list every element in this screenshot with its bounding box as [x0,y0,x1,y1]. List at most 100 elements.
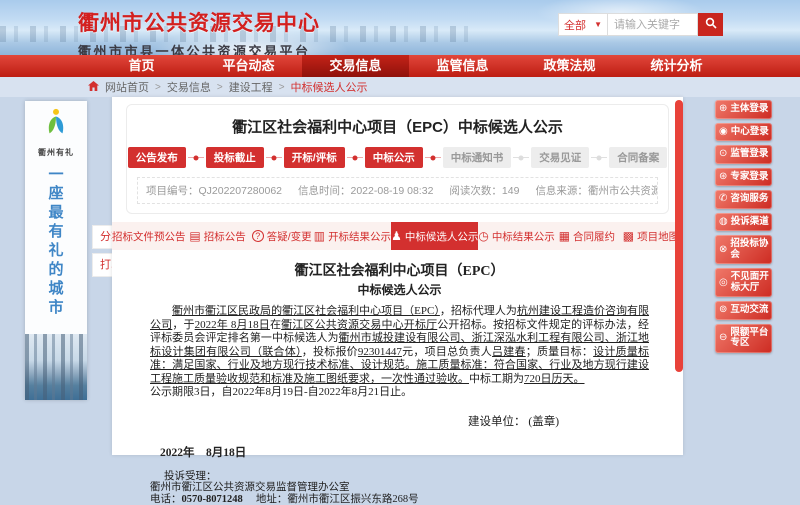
step-connector [188,157,204,158]
project-header-panel: 衢江区社会福利中心项目（EPC）中标候选人公示 公告发布 投标截止 开标/评标 … [126,104,669,214]
tab-label: 招标公告 [204,229,246,244]
search-category-value: 全部 [564,17,586,33]
step-connector [347,157,363,158]
step-connector [513,157,529,158]
breadcrumb-trade-info[interactable]: 交易信息 [167,79,211,95]
sidebar-item-consult-service[interactable]: ✆ 咨询服务 [715,190,772,209]
sidebar-item-interaction[interactable]: ⊚ 互动交流 [715,301,772,320]
sidebar-item-complaint-channel[interactable]: ◍ 投诉渠道 [715,213,772,232]
complaint-contact: 电话：0570-8071248 地址：衢州市衢江区振兴东路268号 [150,494,649,505]
sidebar-label: 监管登录 [730,149,768,160]
step-award-notice: 中标通知书 [443,147,512,168]
breadcrumb-separator: > [217,82,223,93]
right-sidebar: ⊕ 主体登录 ◉ 中心登录 ⊙ 监管登录 ⊛ 专家登录 ✆ 咨询服务 ◍ 投诉渠… [715,100,772,353]
left-promo-banner[interactable]: 衢州有礼 一座最有礼的城市 [25,101,87,400]
sidebar-item-quota-platform[interactable]: ⊖ 限额平台专区 [715,324,772,353]
interaction-icon: ⊚ [719,305,727,315]
breadcrumb-separator: > [155,82,161,93]
article-title: 衢江区社会福利中心项目（EPC） [150,260,649,280]
nav-item-home[interactable]: 首页 [88,55,195,77]
tab-award-results[interactable]: ◷ 中标结果公示 [478,222,554,250]
meta-info-time: 信息时间：2022-08-19 08:32 [298,183,433,198]
sidebar-label: 咨询服务 [730,194,768,205]
promo-slogan: 一座最有礼的城市 [46,166,67,334]
supervise-login-icon: ⊙ [719,149,727,159]
subject-login-icon: ⊕ [719,104,727,114]
nav-item-policies[interactable]: 政策法规 [516,55,623,77]
site-identity: 衢州市公共资源交易中心 衢州市市县一体公共资源交易平台 [78,7,320,60]
sidebar-item-subject-login[interactable]: ⊕ 主体登录 [715,100,772,119]
tab-contract-performance[interactable]: ▦ 合同履约 [555,222,619,250]
nav-item-supervision-info[interactable]: 监管信息 [409,55,516,77]
step-bid-deadline: 投标截止 [206,147,264,168]
remote-bid-hall-icon: ◎ [719,278,728,288]
article-body: 衢州市衢江区民政局的衢江区社会福利中心项目（EPC），招标代理人为杭州建设工程造… [150,305,649,386]
article-subtitle: 中标候选人公示 [150,281,649,298]
process-steps: 公告发布 投标截止 开标/评标 中标公示 中标通知书 交易见证 合同备案 [137,147,658,168]
tab-label: 合同履约 [573,229,615,244]
breadcrumb-construction[interactable]: 建设工程 [229,79,273,95]
breadcrumb-home[interactable]: 网站首页 [105,79,149,95]
center-login-icon: ◉ [719,127,728,137]
complaint-title: 投诉受理： [150,471,649,483]
tab-winner-candidates[interactable]: ♟ 中标候选人公示 [391,222,478,250]
breadcrumb: 网站首页 > 交易信息 > 建设工程 > 中标候选人公示 [0,77,800,97]
tab-project-map[interactable]: ▩ 项目地图 [619,222,683,250]
page-title: 衢江区社会福利中心项目（EPC）中标候选人公示 [137,116,658,137]
sidebar-label: 主体登录 [730,104,768,115]
top-banner: 衢州市公共资源交易中心 衢州市市县一体公共资源交易平台 全部 ▼ [0,0,800,55]
tab-label: 中标候选人公示 [405,229,479,244]
step-connector [591,157,607,158]
sidebar-label: 专家登录 [730,172,768,183]
sidebar-label: 限额平台专区 [730,328,770,349]
content-scrollbar[interactable] [675,100,683,372]
question-icon: ? [252,230,264,242]
step-contract-filing: 合同备案 [609,147,667,168]
nav-item-trade-info[interactable]: 交易信息 [302,55,409,77]
tab-bid-announcement[interactable]: ▤ 招标公告 [186,222,250,250]
step-bid-opening: 开标/评标 [284,147,345,168]
quota-platform-icon: ⊖ [719,333,727,343]
sidebar-item-remote-bid-hall[interactable]: ◎ 不见面开标大厅 [715,268,772,297]
sidebar-item-center-login[interactable]: ◉ 中心登录 [715,123,772,142]
meta-project-no: 项目编号：QJ202207280062 [146,183,282,198]
search-bar: 全部 ▼ [558,13,723,36]
article-date: 2022年 8月18日 [150,444,649,460]
meta-read-count: 阅读次数：149 [449,183,519,198]
complaint-phone: 0570-8071248 [182,494,243,505]
construction-unit-seal-line: 建设单位： (盖章) [150,413,649,429]
expert-login-icon: ⊛ [719,172,727,182]
breadcrumb-current: 中标候选人公示 [291,79,368,95]
city-photo [25,334,87,400]
tab-qa-changes[interactable]: ? 答疑/变更 [250,222,314,250]
person-icon: ♟ [391,230,402,242]
sidebar-label: 招投标协会 [730,239,770,260]
sidebar-item-bidding-association[interactable]: ⊗ 招投标协会 [715,235,772,264]
tab-prebid-document[interactable]: 招标文件预公告 [112,222,186,250]
main-nav: 首页 平台动态 交易信息 监管信息 政策法规 统计分析 [0,55,800,77]
search-input[interactable] [608,13,698,36]
sidebar-label: 不见面开标大厅 [731,272,770,293]
tab-opening-results[interactable]: ▥ 开标结果公示 [314,222,391,250]
complaint-address: 衢州市衢江区振兴东路268号 [287,494,418,505]
search-category-select[interactable]: 全部 ▼ [558,13,608,36]
complaint-office: 衢州市衢江区公共资源交易监督管理办公室 [150,482,649,494]
map-icon: ▩ [623,230,634,242]
tab-label: 答疑/变更 [267,229,312,244]
main-content-card: 衢江区社会福利中心项目（EPC）中标候选人公示 公告发布 投标截止 开标/评标 … [112,97,683,455]
nav-item-platform-news[interactable]: 平台动态 [195,55,302,77]
nav-item-statistics[interactable]: 统计分析 [623,55,730,77]
sidebar-item-expert-login[interactable]: ⊛ 专家登录 [715,168,772,187]
site-title: 衢州市公共资源交易中心 [78,7,320,37]
step-connector [266,157,282,158]
consult-service-icon: ✆ [719,194,727,204]
meta-info-source: 信息来源：衢州市公共资源交易系统 [535,183,658,198]
step-announcement: 公告发布 [128,147,186,168]
tab-label: 中标结果公示 [492,229,555,244]
sidebar-label: 中心登录 [731,127,769,138]
quzhou-courtesy-logo-icon [42,108,70,145]
complaint-channel-icon: ◍ [719,217,728,227]
search-button[interactable] [698,13,723,36]
sidebar-item-supervise-login[interactable]: ⊙ 监管登录 [715,145,772,164]
tab-label: 开标结果公示 [328,229,391,244]
